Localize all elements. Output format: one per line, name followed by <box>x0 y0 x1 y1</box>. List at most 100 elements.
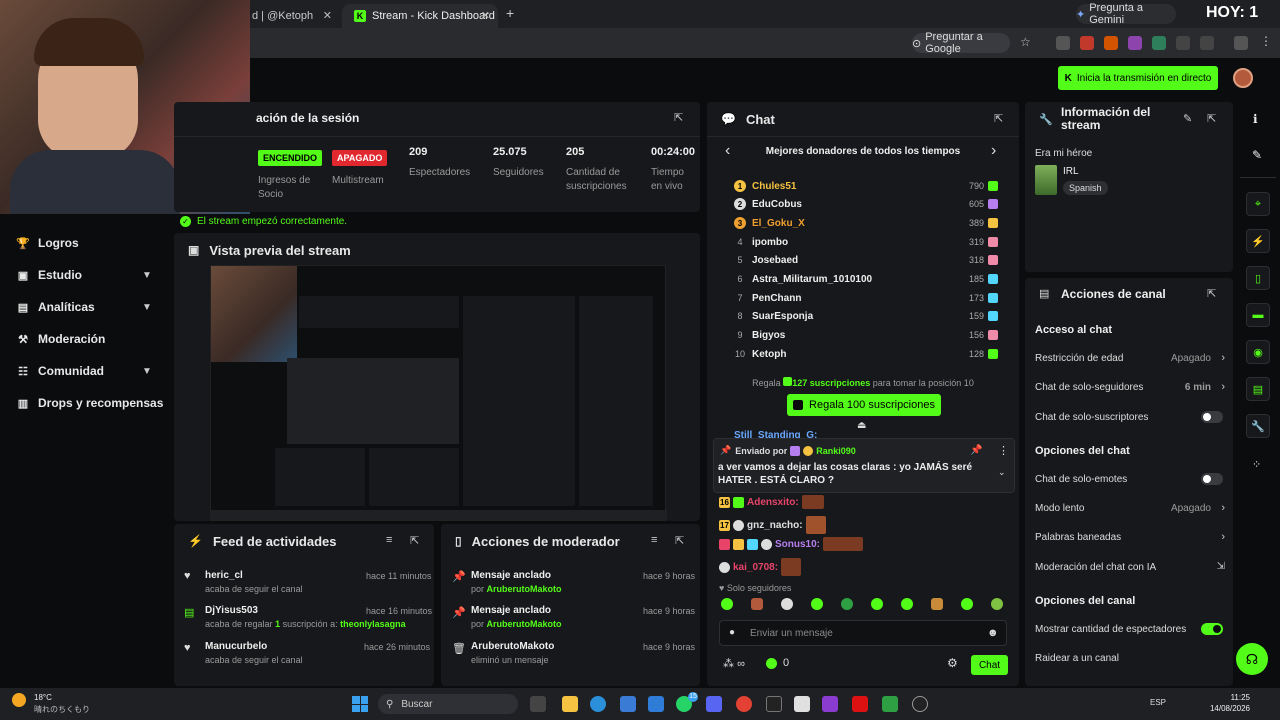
edge-icon[interactable] <box>590 696 606 712</box>
subs-chat-toggle[interactable] <box>1201 411 1223 423</box>
popout-icon[interactable]: ⇱ <box>1207 287 1216 300</box>
extension-icon[interactable] <box>1104 36 1118 50</box>
clock-time[interactable]: 11:25 <box>1228 693 1250 702</box>
windows-start-icon[interactable] <box>352 696 368 712</box>
donor-row[interactable]: 3 El_Goku_X 389 <box>734 214 998 232</box>
filter-icon[interactable]: ≡ <box>651 534 657 546</box>
gift-subs-button[interactable]: Regala 100 suscripciones <box>787 394 941 416</box>
edit-icon[interactable]: ✎ <box>1183 112 1192 125</box>
puzzle-icon[interactable] <box>1200 36 1214 50</box>
layout-icon[interactable]: ▤ <box>1246 377 1270 401</box>
chevron-down-icon[interactable]: ⌄ <box>998 467 1006 478</box>
emote-icon[interactable] <box>901 598 913 610</box>
followers-chat-row[interactable]: Chat de solo-seguidores 6 min › <box>1035 381 1225 393</box>
emote-chat-toggle[interactable] <box>1201 473 1223 485</box>
app-icon[interactable] <box>766 696 782 712</box>
donor-row[interactable]: 2 EduCobus 605 <box>734 195 998 213</box>
ai-moderation-row[interactable]: Moderación del chat con IA ⇲ <box>1035 561 1225 573</box>
tab-kick-dashboard[interactable]: K Stream - Kick Dashboard ✕ <box>342 4 498 28</box>
wrench-icon[interactable]: 🔧 <box>1246 414 1270 438</box>
emote-icon[interactable] <box>931 598 943 610</box>
donor-row[interactable]: 5 Josebaed 318 <box>734 251 998 269</box>
task-view-icon[interactable] <box>530 696 546 712</box>
clipboard-icon[interactable]: ▯ <box>1246 266 1270 290</box>
extension-icon[interactable] <box>1080 36 1094 50</box>
popout-icon[interactable]: ⇱ <box>675 534 684 547</box>
chat-icon[interactable]: ▬ <box>1246 303 1270 327</box>
broadcast-icon[interactable]: ◉ <box>1246 340 1270 364</box>
raid-row[interactable]: Raidear a un canal <box>1035 653 1225 664</box>
folder-icon[interactable] <box>562 696 578 712</box>
chat-username[interactable]: Adensxito: <box>747 497 799 508</box>
emote-icon[interactable] <box>871 598 883 610</box>
app-icon[interactable] <box>794 696 810 712</box>
extension-icon[interactable] <box>1128 36 1142 50</box>
pencil-icon[interactable]: ✎ <box>1252 148 1262 162</box>
donor-row[interactable]: 10 Ketoph 128 <box>734 345 998 363</box>
kick-points[interactable]: 0 <box>766 657 789 669</box>
points-icon[interactable]: ⁂ ∞ <box>723 657 745 670</box>
donor-row[interactable]: 6 Astra_Militarum_1010100 185 <box>734 270 998 288</box>
ask-google-button[interactable]: ⊙ Preguntar a Google <box>912 31 1010 55</box>
emote-icon[interactable] <box>961 598 973 610</box>
discord-icon[interactable] <box>706 696 722 712</box>
collapse-icon[interactable]: ⏏ <box>857 420 866 431</box>
taskbar-search[interactable]: ⚲ Buscar <box>378 694 518 714</box>
unpin-icon[interactable]: 📌 <box>970 445 982 456</box>
emote-icon[interactable] <box>721 598 733 610</box>
obs-icon[interactable] <box>912 696 928 712</box>
clock-date[interactable]: 14/08/2026 <box>1208 704 1250 713</box>
sidebar-item-analiticas[interactable]: ▤ Analíticas ▼ <box>16 300 152 314</box>
emote-icon[interactable] <box>781 598 793 610</box>
sidebar-item-estudio[interactable]: ▣ Estudio ▼ <box>16 268 152 282</box>
slow-mode-row[interactable]: Modo lento Apagado › <box>1035 502 1225 514</box>
close-icon[interactable]: ✕ <box>323 9 332 22</box>
app-icon[interactable] <box>822 696 838 712</box>
extension-icon[interactable] <box>1056 36 1070 50</box>
chrome-icon[interactable] <box>736 696 752 712</box>
stream-preview-video[interactable] <box>210 265 667 521</box>
donor-row[interactable]: 1 Chules51 790 <box>734 177 998 195</box>
new-tab-button[interactable]: + <box>506 5 514 21</box>
popout-icon[interactable]: ⇱ <box>674 111 683 124</box>
banned-words-row[interactable]: Palabras baneadas › <box>1035 531 1225 543</box>
close-icon[interactable]: ✕ <box>481 9 490 22</box>
age-restriction-row[interactable]: Restricción de edad Apagado › <box>1035 352 1225 364</box>
scan-icon[interactable]: ⌖ <box>1246 192 1270 216</box>
chevron-right-icon[interactable]: › <box>991 142 996 160</box>
send-chat-button[interactable]: Chat <box>971 655 1008 675</box>
bolt-icon[interactable]: ⚡ <box>1246 229 1270 253</box>
more-icon[interactable]: ⋮ <box>998 444 1009 457</box>
extension-icon[interactable] <box>1152 36 1166 50</box>
show-viewers-toggle[interactable] <box>1201 623 1223 635</box>
emote-icon[interactable] <box>751 598 763 610</box>
emote-icon[interactable] <box>811 598 823 610</box>
tab-ketoph[interactable]: d | @Ketoph ✕ <box>240 4 340 28</box>
chat-username[interactable]: gnz_nacho: <box>747 520 803 531</box>
language-indicator[interactable]: ESP <box>1150 698 1166 707</box>
gemini-button[interactable]: ✦ Pregunta a Gemini <box>1076 2 1176 26</box>
chat-username[interactable]: Sonus10: <box>775 539 820 550</box>
chat-input[interactable]: ● Enviar un mensaje ☻ <box>719 620 1007 646</box>
profile-icon[interactable] <box>1234 36 1248 50</box>
info-icon[interactable]: ℹ <box>1253 112 1258 126</box>
extension-icon[interactable] <box>1176 36 1190 50</box>
emoji-icon[interactable]: ☻ <box>987 627 999 639</box>
start-stream-button[interactable]: K Inicia la transmisión en directo <box>1058 66 1218 90</box>
filter-icon[interactable]: ≡ <box>386 534 392 546</box>
gear-icon[interactable]: ⚙ <box>947 656 958 670</box>
sidebar-item-comunidad[interactable]: ☷ Comunidad ▼ <box>16 364 152 378</box>
popout-icon[interactable]: ⇱ <box>994 112 1003 125</box>
sidebar-item-drops[interactable]: ▥ Drops y recompensas <box>16 396 164 410</box>
popout-icon[interactable]: ⇱ <box>410 534 419 547</box>
sidebar-item-moderacion[interactable]: ⚒ Moderación <box>16 332 105 346</box>
support-button[interactable]: ☊ <box>1236 643 1268 675</box>
donor-row[interactable]: 4 ipombo 319 <box>734 233 998 251</box>
app-icon[interactable] <box>882 696 898 712</box>
emote-icon[interactable] <box>991 598 1003 610</box>
menu-icon[interactable]: ⋮ <box>1260 34 1272 48</box>
sidebar-item-logros[interactable]: 🏆 Logros <box>16 236 79 250</box>
chat-username[interactable]: Still_Standing_G: <box>734 430 817 438</box>
store-icon[interactable] <box>620 696 636 712</box>
apps-icon[interactable]: ⁘ <box>1252 458 1261 471</box>
